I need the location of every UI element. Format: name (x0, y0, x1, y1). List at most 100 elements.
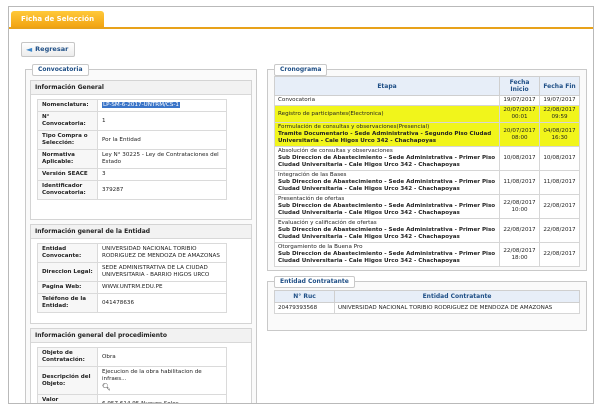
convocatoria-legend: Convocatoria (32, 64, 89, 76)
fecha-fin-cell: 04/08/2017 16:30 (539, 122, 580, 147)
kv-label: Normativa Aplicable: (37, 149, 98, 169)
kv-value: Por la Entidad (97, 130, 227, 150)
info-procedimiento-box: Información general del procedimiento Ob… (30, 328, 252, 403)
etapa-cell: Formulación de consultas y observaciones… (274, 122, 500, 147)
cronograma-header-row: Etapa Fecha Inicio Fecha Fin (274, 76, 580, 96)
col-fecha-inicio: Fecha Inicio (499, 76, 540, 96)
convocatoria-panel: Convocatoria Información General Nomencl… (25, 64, 257, 403)
back-button-label: Regresar (35, 45, 69, 53)
info-general-table: Nomenclatura: LP-SM-6-2017-UNTRM/CS-1 N° … (37, 99, 227, 200)
fecha-inicio-cell: 20/07/2017 08:00 (499, 122, 540, 147)
info-entidad-table: Entidad Convocante: UNIVERSIDAD NACIONAL … (37, 243, 227, 313)
info-entidad-box: Información general de la Entidad Entida… (30, 224, 252, 324)
kv-value: UNIVERSIDAD NACIONAL TORIBIO RODRIGUEZ D… (97, 243, 227, 263)
col-etapa: Etapa (274, 76, 500, 96)
kv-value: 6,957,614.95 Nuevos Soles (97, 394, 227, 403)
info-general-box: Información General Nomenclatura: LP-SM-6… (30, 80, 252, 220)
etapa-cell: Presentación de ofertas Sub Direccion de … (274, 194, 500, 219)
kv-value: WWW.UNTRM.EDU.PE (97, 281, 227, 294)
kv-row: Objeto de Contratación: Obra (37, 347, 227, 367)
kv-label: Valor Referencial: (37, 394, 98, 403)
cronograma-table: Etapa Fecha Inicio Fecha Fin Convocatori… (274, 76, 580, 267)
kv-row: Teléfono de la Entidad: 041478636 (37, 293, 227, 313)
fecha-fin-cell: 10/08/2017 (539, 146, 580, 171)
etapa-location: Sub Direccion de Abastecimiento - Sede A… (278, 203, 496, 216)
table-row: 20479393568 UNIVERSIDAD NACIONAL TORIBIO… (274, 302, 580, 314)
entidad-contratante-panel: Entidad Contratante N° Ruc Entidad Contr… (267, 276, 587, 331)
kv-row: N° Convocatoria: 1 (37, 111, 227, 131)
tab-ficha-seleccion[interactable]: Ficha de Selección (11, 11, 105, 27)
entidad-contratante-table: N° Ruc Entidad Contratante 20479393568 U… (274, 290, 580, 314)
fecha-fin-cell: 22/08/2017 09:59 (539, 105, 580, 123)
kv-label: Objeto de Contratación: (37, 347, 98, 367)
table-row: Convocatoria 19/07/2017 19/07/2017 (274, 95, 580, 106)
entidad-cell: UNIVERSIDAD NACIONAL TORIBIO RODRIGUEZ D… (334, 302, 580, 314)
entidad-contratante-legend: Entidad Contratante (274, 276, 355, 288)
magnifier-icon[interactable]: 🔍︎ (102, 384, 111, 391)
kv-row: Descripción del Objeto: Ejecucion de la o… (37, 366, 227, 395)
kv-label: Descripción del Objeto: (37, 366, 98, 395)
ficha-frame: Ficha de Selección ◄ Regresar Convocator… (8, 6, 594, 404)
fecha-inicio-cell: 22/08/2017 10:00 (499, 194, 540, 219)
fecha-fin-cell: 22/08/2017 (539, 242, 580, 267)
etapa-title: Evaluación y calificación de ofertas (278, 220, 377, 226)
kv-value: Obra (97, 347, 227, 367)
kv-value: SEDE ADMINISTRATIVA DE LA CIUDAD UNIVERS… (97, 262, 227, 282)
etapa-title: Convocatoria (278, 97, 316, 103)
fecha-fin-cell: 22/08/2017 (539, 218, 580, 243)
kv-value: Ley N° 30225 - Ley de Contrataciones del… (97, 149, 227, 169)
table-row: Otorgamiento de la Buena Pro Sub Direccio… (274, 242, 580, 267)
etapa-location: Tramite Documentario - Sede Administrati… (278, 131, 492, 144)
kv-row: Direccion Legal: SEDE ADMINISTRATIVA DE L… (37, 262, 227, 282)
fecha-fin-cell: 11/08/2017 (539, 170, 580, 195)
fecha-fin-cell: 22/08/2017 (539, 194, 580, 219)
fecha-inicio-cell: 20/07/2017 00:01 (499, 105, 540, 123)
fecha-inicio-cell: 22/08/2017 (499, 218, 540, 243)
etapa-location: Sub Direccion de Abastecimiento - Sede A… (278, 251, 496, 264)
kv-value[interactable]: LP-SM-6-2017-UNTRM/CS-1 (97, 99, 227, 112)
etapa-cell: Convocatoria (274, 95, 500, 106)
etapa-location: Sub Direccion de Abastecimiento - Sede A… (278, 227, 496, 240)
etapa-cell: Registro de participantes(Electronica) (274, 105, 500, 123)
nomenclatura-value[interactable]: LP-SM-6-2017-UNTRM/CS-1 (102, 102, 180, 108)
kv-value: 379287 (97, 180, 227, 200)
etapa-title: Integración de las Bases (278, 172, 347, 178)
col-entidad: Entidad Contratante (334, 290, 580, 303)
fecha-inicio-cell: 19/07/2017 (499, 95, 540, 106)
kv-label: Tipo Compra o Selección: (37, 130, 98, 150)
kv-row: Valor Referencial:6,957,614.95 Nuevos So… (37, 394, 227, 403)
table-row: Formulación de consultas y observaciones… (274, 122, 580, 147)
fecha-fin-cell: 19/07/2017 (539, 95, 580, 106)
etapa-title: Presentación de ofertas (278, 196, 345, 202)
tab-bar: Ficha de Selección (9, 7, 593, 29)
info-procedimiento-heading: Información general del procedimiento (31, 329, 251, 343)
table-row: Presentación de ofertas Sub Direccion de … (274, 194, 580, 219)
etapa-cell: Integración de las Bases Sub Direccion de… (274, 170, 500, 195)
kv-row: Versión SEACE 3 (37, 168, 227, 181)
etapa-cell: Otorgamiento de la Buena Pro Sub Direccio… (274, 242, 500, 267)
kv-label: Identificador Convocatoria: (37, 180, 98, 200)
etapa-cell: Absolución de consultas y observaciones S… (274, 146, 500, 171)
kv-row: Tipo Compra o Selección: Por la Entidad (37, 130, 227, 150)
kv-label: Entidad Convocante: (37, 243, 98, 263)
info-entidad-heading: Información general de la Entidad (31, 225, 251, 239)
kv-row: Entidad Convocante: UNIVERSIDAD NACIONAL … (37, 243, 227, 263)
etapa-location: Sub Direccion de Abastecimiento - Sede A… (278, 155, 496, 168)
info-general-heading: Información General (31, 81, 251, 95)
kv-row: Normativa Aplicable: Ley N° 30225 - Ley d… (37, 149, 227, 169)
kv-label: N° Convocatoria: (37, 111, 98, 131)
kv-value: 3 (97, 168, 227, 181)
back-button[interactable]: ◄ Regresar (21, 42, 76, 57)
cronograma-legend: Cronograma (274, 64, 328, 76)
etapa-title: Formulación de consultas y observaciones… (278, 124, 430, 130)
cronograma-panel: Cronograma Etapa Fecha Inicio Fecha Fin … (267, 64, 587, 271)
etapa-title: Otorgamiento de la Buena Pro (278, 244, 363, 250)
cronograma-body: Convocatoria 19/07/2017 19/07/2017 Registro… (274, 95, 580, 267)
kv-value: 041478636 (97, 293, 227, 313)
info-procedimiento-table: Objeto de Contratación: Obra Descripción … (37, 347, 227, 403)
fecha-inicio-cell: 22/08/2017 18:00 (499, 242, 540, 267)
kv-label: Direccion Legal: (37, 262, 98, 282)
kv-label: Teléfono de la Entidad: (37, 293, 98, 313)
etapa-title: Absolución de consultas y observaciones (278, 148, 393, 154)
kv-row: Identificador Convocatoria: 379287 (37, 180, 227, 200)
